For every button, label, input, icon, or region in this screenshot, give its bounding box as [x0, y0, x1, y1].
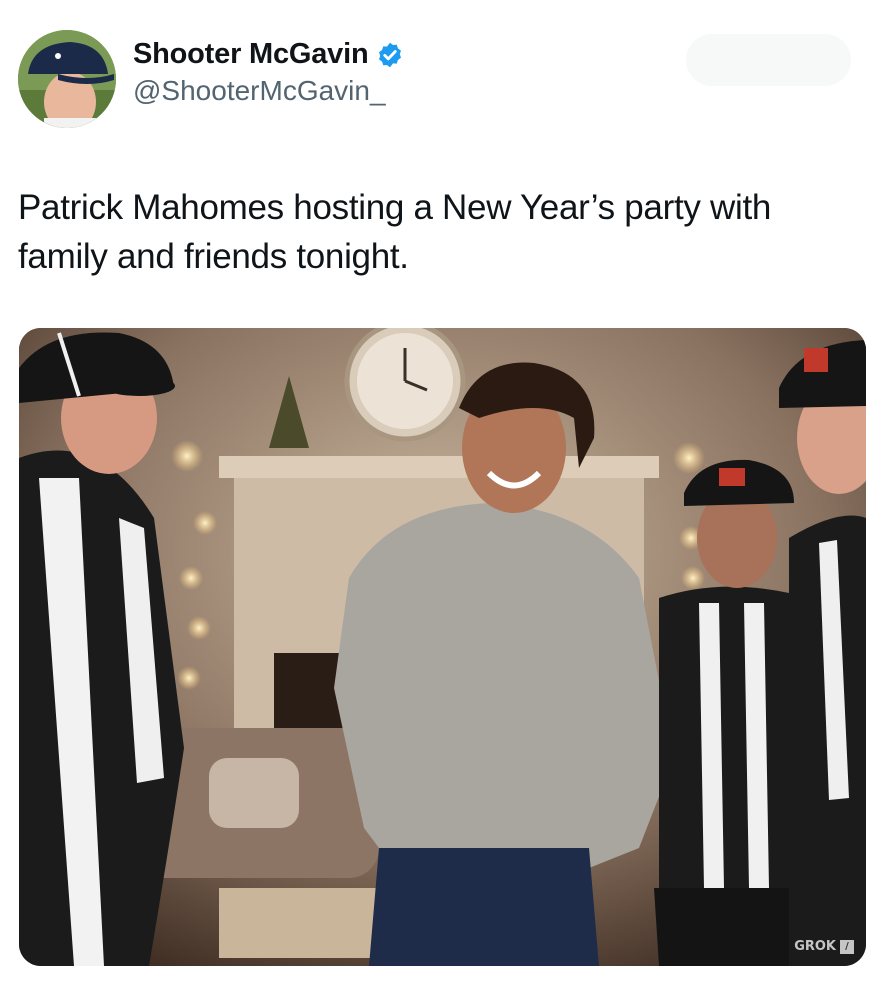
- avatar[interactable]: [18, 30, 116, 128]
- display-name[interactable]: Shooter McGavin: [133, 38, 369, 71]
- slash-box-icon: /: [840, 939, 854, 954]
- verified-badge-icon: [378, 42, 401, 67]
- tweet-text: Patrick Mahomes hosting a New Year’s par…: [18, 188, 772, 276]
- grok-watermark: GROK /: [794, 939, 854, 954]
- tweet-media-image[interactable]: GROK /: [19, 328, 866, 966]
- tweet-card: Shooter McGavin @ShooterMcGavin_ Patrick…: [0, 0, 885, 1000]
- display-name-row: Shooter McGavin: [133, 38, 404, 71]
- author-names: Shooter McGavin @ShooterMcGavin_: [133, 38, 404, 107]
- follow-button[interactable]: [686, 34, 851, 86]
- party-photo: [19, 328, 866, 966]
- watermark-text: GROK: [794, 939, 836, 954]
- author-handle[interactable]: @ShooterMcGavin_: [133, 75, 404, 107]
- avatar-image: [18, 30, 116, 128]
